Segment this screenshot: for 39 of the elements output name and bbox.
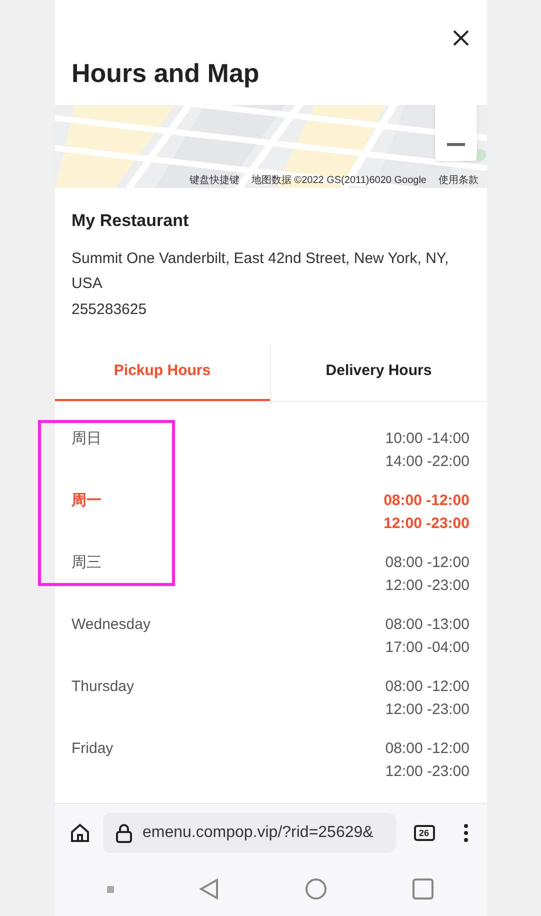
minus-icon [446, 143, 464, 147]
time-range: 08:00 -12:00 [385, 552, 470, 572]
time-range: 10:00 -14:00 [385, 428, 470, 448]
back-icon[interactable] [199, 878, 220, 900]
time-range: 12:00 -23:00 [384, 514, 470, 534]
url-text: emenu.compop.vip/?rid=25629& [142, 823, 374, 843]
time-range: 08:00 -12:00 [385, 676, 470, 696]
map-attribution: 地图数据 ©2022 GS(2011)6020 Google [251, 174, 426, 188]
time-range: 12:00 -23:00 [385, 700, 470, 720]
day-label: 周日 [72, 428, 102, 448]
restaurant-phone: 255283625 [70, 300, 148, 320]
lock-icon [114, 823, 132, 843]
recents-icon[interactable] [412, 878, 434, 900]
map-attribution[interactable]: 使用条款 [438, 174, 478, 188]
day-label: 周一 [72, 490, 102, 510]
day-label: Friday [72, 738, 114, 758]
map[interactable]: 键盘快捷键 地图数据 ©2022 GS(2011)6020 Google 使用条款 [54, 105, 486, 188]
dialog-title: Hours and Map [70, 57, 260, 90]
map-attribution[interactable]: 键盘快捷键 [189, 174, 240, 188]
tab-count-button[interactable]: 26 [414, 825, 434, 841]
day-label: 周三 [72, 552, 102, 572]
time-range: 08:00 -12:00 [384, 490, 470, 510]
restaurant-name: My Restaurant [70, 210, 190, 232]
time-range: 08:00 -13:00 [385, 614, 470, 634]
tab[interactable]: Delivery Hours [270, 344, 486, 400]
day-label: Wednesday [72, 614, 150, 634]
address-bar[interactable]: emenu.compop.vip/?rid=25629& [102, 813, 396, 853]
home-circle-icon[interactable] [304, 878, 327, 900]
time-range: 12:00 -23:00 [385, 576, 470, 596]
time-range: 08:00 -12:00 [385, 738, 470, 758]
day-label: Thursday [72, 676, 134, 696]
time-range: 17:00 -04:00 [385, 638, 470, 658]
restaurant-address: Summit One Vanderbilt, East 42nd Street, New York, NY, USA [70, 248, 450, 294]
close-icon [452, 29, 470, 47]
zoom-control[interactable] [434, 105, 476, 161]
time-range: 12:00 -23:00 [385, 762, 470, 782]
home-icon[interactable] [68, 822, 90, 844]
more-icon[interactable] [462, 823, 468, 843]
time-range: 14:00 -22:00 [385, 452, 470, 472]
